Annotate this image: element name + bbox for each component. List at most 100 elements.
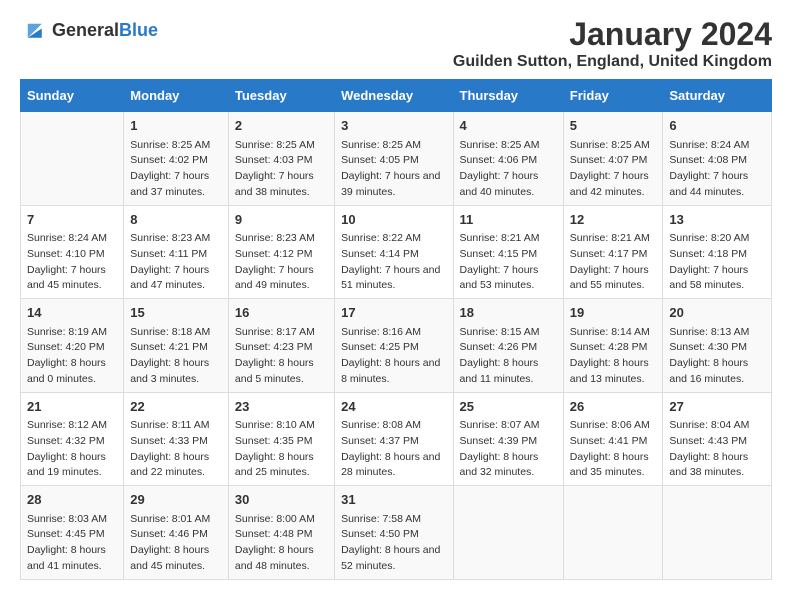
day-info: Sunrise: 8:13 AMSunset: 4:30 PMDaylight:… bbox=[669, 325, 765, 388]
day-info: Sunrise: 8:08 AMSunset: 4:37 PMDaylight:… bbox=[341, 418, 446, 481]
day-number: 6 bbox=[669, 116, 765, 136]
calendar-cell: 24Sunrise: 8:08 AMSunset: 4:37 PMDayligh… bbox=[335, 392, 453, 486]
day-info: Sunrise: 8:25 AMSunset: 4:05 PMDaylight:… bbox=[341, 138, 446, 201]
day-info: Sunrise: 8:11 AMSunset: 4:33 PMDaylight:… bbox=[130, 418, 222, 481]
logo-text: GeneralBlue bbox=[52, 20, 158, 41]
calendar-cell bbox=[563, 486, 663, 580]
calendar-cell: 20Sunrise: 8:13 AMSunset: 4:30 PMDayligh… bbox=[663, 299, 772, 393]
day-number: 17 bbox=[341, 303, 446, 323]
calendar-cell: 18Sunrise: 8:15 AMSunset: 4:26 PMDayligh… bbox=[453, 299, 563, 393]
calendar-week-row: 28Sunrise: 8:03 AMSunset: 4:45 PMDayligh… bbox=[21, 486, 772, 580]
calendar-cell: 25Sunrise: 8:07 AMSunset: 4:39 PMDayligh… bbox=[453, 392, 563, 486]
day-number: 8 bbox=[130, 210, 222, 230]
calendar-cell: 10Sunrise: 8:22 AMSunset: 4:14 PMDayligh… bbox=[335, 205, 453, 299]
calendar-cell bbox=[453, 486, 563, 580]
logo: GeneralBlue bbox=[20, 16, 158, 44]
day-info: Sunrise: 8:18 AMSunset: 4:21 PMDaylight:… bbox=[130, 325, 222, 388]
day-info: Sunrise: 8:19 AMSunset: 4:20 PMDaylight:… bbox=[27, 325, 117, 388]
day-info: Sunrise: 8:24 AMSunset: 4:08 PMDaylight:… bbox=[669, 138, 765, 201]
col-monday: Monday bbox=[124, 80, 229, 112]
calendar-week-row: 21Sunrise: 8:12 AMSunset: 4:32 PMDayligh… bbox=[21, 392, 772, 486]
calendar-cell: 27Sunrise: 8:04 AMSunset: 4:43 PMDayligh… bbox=[663, 392, 772, 486]
calendar-cell: 30Sunrise: 8:00 AMSunset: 4:48 PMDayligh… bbox=[228, 486, 334, 580]
calendar-cell: 8Sunrise: 8:23 AMSunset: 4:11 PMDaylight… bbox=[124, 205, 229, 299]
day-info: Sunrise: 8:22 AMSunset: 4:14 PMDaylight:… bbox=[341, 231, 446, 294]
calendar-cell: 2Sunrise: 8:25 AMSunset: 4:03 PMDaylight… bbox=[228, 112, 334, 206]
day-number: 7 bbox=[27, 210, 117, 230]
calendar-week-row: 7Sunrise: 8:24 AMSunset: 4:10 PMDaylight… bbox=[21, 205, 772, 299]
calendar-cell bbox=[21, 112, 124, 206]
day-number: 16 bbox=[235, 303, 328, 323]
col-tuesday: Tuesday bbox=[228, 80, 334, 112]
calendar-cell bbox=[663, 486, 772, 580]
day-number: 23 bbox=[235, 397, 328, 417]
day-info: Sunrise: 8:14 AMSunset: 4:28 PMDaylight:… bbox=[570, 325, 657, 388]
day-info: Sunrise: 8:10 AMSunset: 4:35 PMDaylight:… bbox=[235, 418, 328, 481]
month-title: January 2024 bbox=[453, 16, 772, 53]
day-number: 29 bbox=[130, 490, 222, 510]
calendar-cell: 28Sunrise: 8:03 AMSunset: 4:45 PMDayligh… bbox=[21, 486, 124, 580]
day-info: Sunrise: 8:01 AMSunset: 4:46 PMDaylight:… bbox=[130, 512, 222, 575]
day-info: Sunrise: 8:25 AMSunset: 4:06 PMDaylight:… bbox=[460, 138, 557, 201]
calendar-cell: 21Sunrise: 8:12 AMSunset: 4:32 PMDayligh… bbox=[21, 392, 124, 486]
day-info: Sunrise: 8:20 AMSunset: 4:18 PMDaylight:… bbox=[669, 231, 765, 294]
day-info: Sunrise: 8:17 AMSunset: 4:23 PMDaylight:… bbox=[235, 325, 328, 388]
day-info: Sunrise: 8:06 AMSunset: 4:41 PMDaylight:… bbox=[570, 418, 657, 481]
day-info: Sunrise: 8:23 AMSunset: 4:12 PMDaylight:… bbox=[235, 231, 328, 294]
title-area: January 2024 Guilden Sutton, England, Un… bbox=[453, 16, 772, 71]
day-number: 2 bbox=[235, 116, 328, 136]
day-number: 11 bbox=[460, 210, 557, 230]
calendar-cell: 29Sunrise: 8:01 AMSunset: 4:46 PMDayligh… bbox=[124, 486, 229, 580]
calendar-cell: 16Sunrise: 8:17 AMSunset: 4:23 PMDayligh… bbox=[228, 299, 334, 393]
col-thursday: Thursday bbox=[453, 80, 563, 112]
calendar-cell: 5Sunrise: 8:25 AMSunset: 4:07 PMDaylight… bbox=[563, 112, 663, 206]
day-info: Sunrise: 8:25 AMSunset: 4:07 PMDaylight:… bbox=[570, 138, 657, 201]
generalblue-logo-icon bbox=[20, 16, 48, 44]
calendar-cell: 23Sunrise: 8:10 AMSunset: 4:35 PMDayligh… bbox=[228, 392, 334, 486]
calendar-cell: 4Sunrise: 8:25 AMSunset: 4:06 PMDaylight… bbox=[453, 112, 563, 206]
day-info: Sunrise: 7:58 AMSunset: 4:50 PMDaylight:… bbox=[341, 512, 446, 575]
day-number: 24 bbox=[341, 397, 446, 417]
day-number: 20 bbox=[669, 303, 765, 323]
day-number: 9 bbox=[235, 210, 328, 230]
day-number: 31 bbox=[341, 490, 446, 510]
calendar-cell: 7Sunrise: 8:24 AMSunset: 4:10 PMDaylight… bbox=[21, 205, 124, 299]
day-info: Sunrise: 8:21 AMSunset: 4:17 PMDaylight:… bbox=[570, 231, 657, 294]
day-number: 14 bbox=[27, 303, 117, 323]
day-number: 13 bbox=[669, 210, 765, 230]
day-number: 28 bbox=[27, 490, 117, 510]
location-title: Guilden Sutton, England, United Kingdom bbox=[453, 53, 772, 71]
logo-general: General bbox=[52, 20, 119, 40]
day-number: 27 bbox=[669, 397, 765, 417]
day-info: Sunrise: 8:16 AMSunset: 4:25 PMDaylight:… bbox=[341, 325, 446, 388]
calendar-cell: 26Sunrise: 8:06 AMSunset: 4:41 PMDayligh… bbox=[563, 392, 663, 486]
calendar-cell: 13Sunrise: 8:20 AMSunset: 4:18 PMDayligh… bbox=[663, 205, 772, 299]
header: GeneralBlue January 2024 Guilden Sutton,… bbox=[20, 16, 772, 71]
col-wednesday: Wednesday bbox=[335, 80, 453, 112]
day-number: 18 bbox=[460, 303, 557, 323]
calendar-cell: 22Sunrise: 8:11 AMSunset: 4:33 PMDayligh… bbox=[124, 392, 229, 486]
day-number: 4 bbox=[460, 116, 557, 136]
calendar-cell: 14Sunrise: 8:19 AMSunset: 4:20 PMDayligh… bbox=[21, 299, 124, 393]
calendar-cell: 19Sunrise: 8:14 AMSunset: 4:28 PMDayligh… bbox=[563, 299, 663, 393]
day-number: 12 bbox=[570, 210, 657, 230]
day-info: Sunrise: 8:15 AMSunset: 4:26 PMDaylight:… bbox=[460, 325, 557, 388]
day-number: 15 bbox=[130, 303, 222, 323]
calendar-cell: 12Sunrise: 8:21 AMSunset: 4:17 PMDayligh… bbox=[563, 205, 663, 299]
day-number: 25 bbox=[460, 397, 557, 417]
day-number: 1 bbox=[130, 116, 222, 136]
calendar-cell: 15Sunrise: 8:18 AMSunset: 4:21 PMDayligh… bbox=[124, 299, 229, 393]
day-info: Sunrise: 8:21 AMSunset: 4:15 PMDaylight:… bbox=[460, 231, 557, 294]
day-info: Sunrise: 8:00 AMSunset: 4:48 PMDaylight:… bbox=[235, 512, 328, 575]
calendar-cell: 1Sunrise: 8:25 AMSunset: 4:02 PMDaylight… bbox=[124, 112, 229, 206]
day-info: Sunrise: 8:03 AMSunset: 4:45 PMDaylight:… bbox=[27, 512, 117, 575]
day-info: Sunrise: 8:12 AMSunset: 4:32 PMDaylight:… bbox=[27, 418, 117, 481]
col-friday: Friday bbox=[563, 80, 663, 112]
day-info: Sunrise: 8:25 AMSunset: 4:02 PMDaylight:… bbox=[130, 138, 222, 201]
day-number: 5 bbox=[570, 116, 657, 136]
day-number: 3 bbox=[341, 116, 446, 136]
day-number: 10 bbox=[341, 210, 446, 230]
calendar-cell: 9Sunrise: 8:23 AMSunset: 4:12 PMDaylight… bbox=[228, 205, 334, 299]
day-info: Sunrise: 8:23 AMSunset: 4:11 PMDaylight:… bbox=[130, 231, 222, 294]
calendar-header-row: Sunday Monday Tuesday Wednesday Thursday… bbox=[21, 80, 772, 112]
